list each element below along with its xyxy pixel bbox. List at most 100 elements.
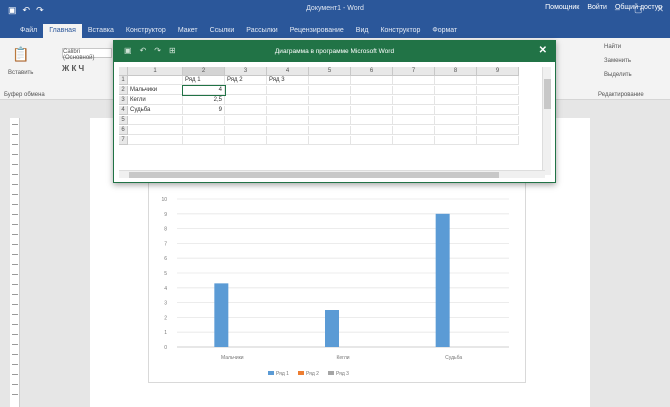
spreadsheet-cell[interactable] xyxy=(435,126,477,135)
bar-Ряд-1-0[interactable] xyxy=(214,283,229,347)
spreadsheet-cell[interactable] xyxy=(435,116,477,125)
tab-item[interactable]: Ссылки xyxy=(204,24,241,38)
column-header[interactable]: 1 xyxy=(128,67,183,76)
tab-item[interactable]: Рецензирование xyxy=(284,24,350,38)
tab-item[interactable]: Главная xyxy=(43,24,82,38)
vertical-ruler[interactable] xyxy=(10,118,20,407)
spreadsheet-cell[interactable]: 9 xyxy=(183,106,225,115)
spreadsheet-cell[interactable] xyxy=(477,136,519,145)
tab-item[interactable]: Файл xyxy=(14,24,43,38)
spreadsheet-cell[interactable] xyxy=(267,126,309,135)
spreadsheet-cell[interactable] xyxy=(477,116,519,125)
spreadsheet-cell[interactable] xyxy=(351,116,393,125)
spreadsheet-cell[interactable] xyxy=(351,106,393,115)
column-header[interactable]: 8 xyxy=(435,67,477,76)
tab-item[interactable]: Вставка xyxy=(82,24,120,38)
excel-close-icon[interactable]: ✕ xyxy=(539,45,547,56)
tab-item[interactable]: Конструктор xyxy=(120,24,172,38)
bold-icon[interactable]: Ж К Ч xyxy=(62,64,84,73)
spreadsheet-cell[interactable] xyxy=(309,96,351,105)
column-header[interactable]: 6 xyxy=(351,67,393,76)
paste-icon[interactable]: 📋 xyxy=(12,46,29,63)
spreadsheet-cell[interactable] xyxy=(393,76,435,85)
tab-item[interactable]: Конструктор xyxy=(374,24,426,38)
spreadsheet-cell[interactable] xyxy=(309,86,351,95)
spreadsheet-cell[interactable] xyxy=(128,136,183,145)
horizontal-scroll-thumb[interactable] xyxy=(129,172,499,178)
chart-area[interactable]: 0 1 2 3 4 5 6 7 8 9 10 Мальчики Кегли Судьба Ряд 1 Ряд … xyxy=(148,178,526,383)
spreadsheet-cell[interactable] xyxy=(351,86,393,95)
row-header[interactable]: 7 xyxy=(119,136,128,145)
row-header[interactable]: 4 xyxy=(119,106,128,115)
spreadsheet-cell[interactable] xyxy=(225,96,267,105)
spreadsheet-cell[interactable] xyxy=(309,76,351,85)
spreadsheet-cell[interactable] xyxy=(477,126,519,135)
spreadsheet-cell[interactable] xyxy=(267,96,309,105)
column-header[interactable]: 5 xyxy=(309,67,351,76)
spreadsheet-cell[interactable] xyxy=(309,126,351,135)
row-header[interactable]: 2 xyxy=(119,86,128,95)
spreadsheet-cell[interactable] xyxy=(225,136,267,145)
spreadsheet-cell[interactable]: 4 xyxy=(182,85,226,96)
share-button[interactable]: Общий доступ xyxy=(615,4,662,11)
spreadsheet-cell[interactable] xyxy=(393,96,435,105)
spreadsheet-cell[interactable] xyxy=(183,136,225,145)
find-button[interactable]: Найти xyxy=(604,44,621,50)
spreadsheet-cell[interactable] xyxy=(267,116,309,125)
spreadsheet-cell[interactable] xyxy=(351,96,393,105)
spreadsheet-cell[interactable] xyxy=(393,86,435,95)
spreadsheet-cell[interactable] xyxy=(225,126,267,135)
spreadsheet-cell[interactable] xyxy=(267,136,309,145)
tab-item[interactable]: Макет xyxy=(172,24,204,38)
spreadsheet-cell[interactable] xyxy=(309,116,351,125)
spreadsheet-cell[interactable] xyxy=(393,126,435,135)
spreadsheet-cell[interactable] xyxy=(183,116,225,125)
row-header[interactable]: 1 xyxy=(119,76,128,85)
spreadsheet-cell[interactable] xyxy=(309,136,351,145)
font-name-field[interactable]: Calibri (Основной) xyxy=(62,48,112,61)
spreadsheet-cell[interactable] xyxy=(267,86,309,95)
help-link[interactable]: Помощник xyxy=(545,4,579,11)
spreadsheet-cell[interactable] xyxy=(351,126,393,135)
spreadsheet-cell[interactable] xyxy=(351,136,393,145)
spreadsheet-cell[interactable] xyxy=(435,106,477,115)
spreadsheet-cell[interactable] xyxy=(477,76,519,85)
spreadsheet-cell[interactable] xyxy=(393,106,435,115)
spreadsheet-cell[interactable] xyxy=(435,76,477,85)
spreadsheet-cell[interactable] xyxy=(477,96,519,105)
spreadsheet-cell[interactable]: Судьба xyxy=(128,106,183,115)
bar-Ряд-1-2[interactable] xyxy=(435,213,450,347)
spreadsheet-cell[interactable]: Ряд 3 xyxy=(267,76,309,85)
corner-cell[interactable] xyxy=(119,67,128,76)
spreadsheet-grid[interactable]: 1 2 3 4 5 6 7 8 9 1 Ряд 1 Ряд 2 Ряд 3 2 Мальчики 4 3 Кегл… xyxy=(119,67,545,174)
spreadsheet-cell[interactable] xyxy=(477,106,519,115)
bar-Ряд-1-1[interactable] xyxy=(325,310,339,347)
column-header[interactable]: 3 xyxy=(225,67,267,76)
tab-item[interactable]: Формат xyxy=(426,24,463,38)
horizontal-scrollbar[interactable] xyxy=(119,170,545,178)
row-header[interactable]: 5 xyxy=(119,116,128,125)
spreadsheet-cell[interactable]: Ряд 2 xyxy=(225,76,267,85)
spreadsheet-cell[interactable] xyxy=(225,86,267,95)
spreadsheet-cell[interactable] xyxy=(128,126,183,135)
spreadsheet-cell[interactable] xyxy=(267,106,309,115)
spreadsheet-cell[interactable] xyxy=(225,106,267,115)
tab-item[interactable]: Рассылки xyxy=(240,24,283,38)
spreadsheet-cell[interactable] xyxy=(393,136,435,145)
vertical-scroll-thumb[interactable] xyxy=(544,79,551,109)
column-header[interactable]: 7 xyxy=(393,67,435,76)
spreadsheet-cell[interactable] xyxy=(351,76,393,85)
column-header[interactable]: 2 xyxy=(183,67,225,76)
spreadsheet-cell[interactable] xyxy=(435,136,477,145)
spreadsheet-cell[interactable] xyxy=(435,96,477,105)
spreadsheet-cell[interactable] xyxy=(477,86,519,95)
replace-button[interactable]: Заменить xyxy=(604,58,631,64)
column-header[interactable]: 9 xyxy=(477,67,519,76)
spreadsheet-cell[interactable]: Мальчики xyxy=(128,86,183,95)
select-button[interactable]: Выделить xyxy=(604,72,632,78)
spreadsheet-cell[interactable] xyxy=(393,116,435,125)
paste-button[interactable]: Вставить xyxy=(8,70,33,76)
spreadsheet-cell[interactable] xyxy=(435,86,477,95)
spreadsheet-cell[interactable]: Кегли xyxy=(128,96,183,105)
vertical-scrollbar[interactable] xyxy=(542,67,551,175)
